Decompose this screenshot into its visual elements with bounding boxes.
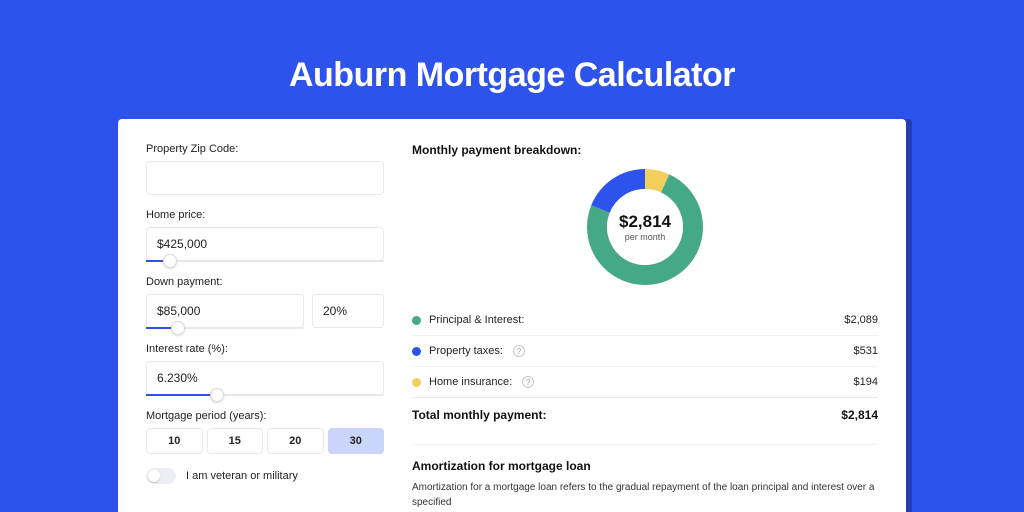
help-icon[interactable]: ?	[522, 376, 534, 388]
interest-label: Interest rate (%):	[146, 343, 384, 355]
zip-label: Property Zip Code:	[146, 143, 384, 155]
down-payment-slider-thumb[interactable]	[171, 321, 185, 335]
form-panel: Property Zip Code: Home price: Down paym…	[146, 143, 384, 512]
interest-slider-fill	[146, 394, 217, 396]
home-price-field: Home price:	[146, 209, 384, 262]
legend-label: Home insurance:	[429, 376, 512, 388]
interest-input[interactable]	[146, 361, 384, 395]
amortization-section: Amortization for mortgage loan Amortizat…	[412, 444, 878, 510]
zip-field: Property Zip Code:	[146, 143, 384, 195]
down-payment-label: Down payment:	[146, 276, 384, 288]
interest-field: Interest rate (%):	[146, 343, 384, 396]
legend: Principal & Interest: $2,089 Property taxe…	[412, 305, 878, 398]
donut-wrap: $2,814 per month	[412, 167, 878, 287]
legend-left: Home insurance:?	[412, 376, 534, 388]
legend-value: $194	[854, 376, 878, 388]
legend-dot	[412, 378, 421, 387]
zip-input[interactable]	[146, 161, 384, 195]
home-price-label: Home price:	[146, 209, 384, 221]
donut-center: $2,814 per month	[585, 167, 705, 287]
breakdown-title: Monthly payment breakdown:	[412, 143, 878, 157]
veteran-row: I am veteran or military	[146, 468, 384, 484]
down-payment-input[interactable]	[146, 294, 304, 328]
donut-amount: $2,814	[619, 212, 671, 232]
legend-dot	[412, 347, 421, 356]
donut-chart: $2,814 per month	[585, 167, 705, 287]
veteran-toggle-knob	[148, 470, 160, 482]
down-payment-field: Down payment:	[146, 276, 384, 329]
period-button-15[interactable]: 15	[207, 428, 264, 454]
legend-row: Property taxes:? $531	[412, 336, 878, 367]
total-value: $2,814	[841, 408, 878, 422]
veteran-toggle[interactable]	[146, 468, 176, 484]
legend-value: $2,089	[844, 314, 878, 326]
period-button-30[interactable]: 30	[328, 428, 385, 454]
legend-label: Principal & Interest:	[429, 314, 524, 326]
breakdown-panel: Monthly payment breakdown: $2,814 per mo…	[412, 143, 878, 512]
home-price-input[interactable]	[146, 227, 384, 261]
legend-row: Home insurance:? $194	[412, 367, 878, 398]
home-price-slider[interactable]	[146, 260, 384, 262]
legend-dot	[412, 316, 421, 325]
amortization-text: Amortization for a mortgage loan refers …	[412, 481, 878, 510]
down-payment-slider[interactable]	[146, 327, 304, 329]
help-icon[interactable]: ?	[513, 345, 525, 357]
period-buttons: 10152030	[146, 428, 384, 454]
period-field: Mortgage period (years): 10152030	[146, 410, 384, 454]
total-row: Total monthly payment: $2,814	[412, 398, 878, 434]
legend-value: $531	[854, 345, 878, 357]
total-label: Total monthly payment:	[412, 408, 546, 422]
donut-sub: per month	[625, 232, 666, 242]
period-button-20[interactable]: 20	[267, 428, 324, 454]
period-button-10[interactable]: 10	[146, 428, 203, 454]
interest-slider-thumb[interactable]	[210, 388, 224, 402]
page-title: Auburn Mortgage Calculator	[289, 56, 735, 95]
legend-label: Property taxes:	[429, 345, 503, 357]
legend-left: Principal & Interest:	[412, 314, 524, 326]
home-price-slider-thumb[interactable]	[163, 254, 177, 268]
down-payment-pct-input[interactable]	[312, 294, 384, 328]
calculator-card: Property Zip Code: Home price: Down paym…	[118, 119, 906, 512]
legend-row: Principal & Interest: $2,089	[412, 305, 878, 336]
veteran-label: I am veteran or military	[186, 470, 298, 482]
interest-slider[interactable]	[146, 394, 384, 396]
period-label: Mortgage period (years):	[146, 410, 384, 422]
amortization-title: Amortization for mortgage loan	[412, 459, 878, 473]
legend-left: Property taxes:?	[412, 345, 525, 357]
